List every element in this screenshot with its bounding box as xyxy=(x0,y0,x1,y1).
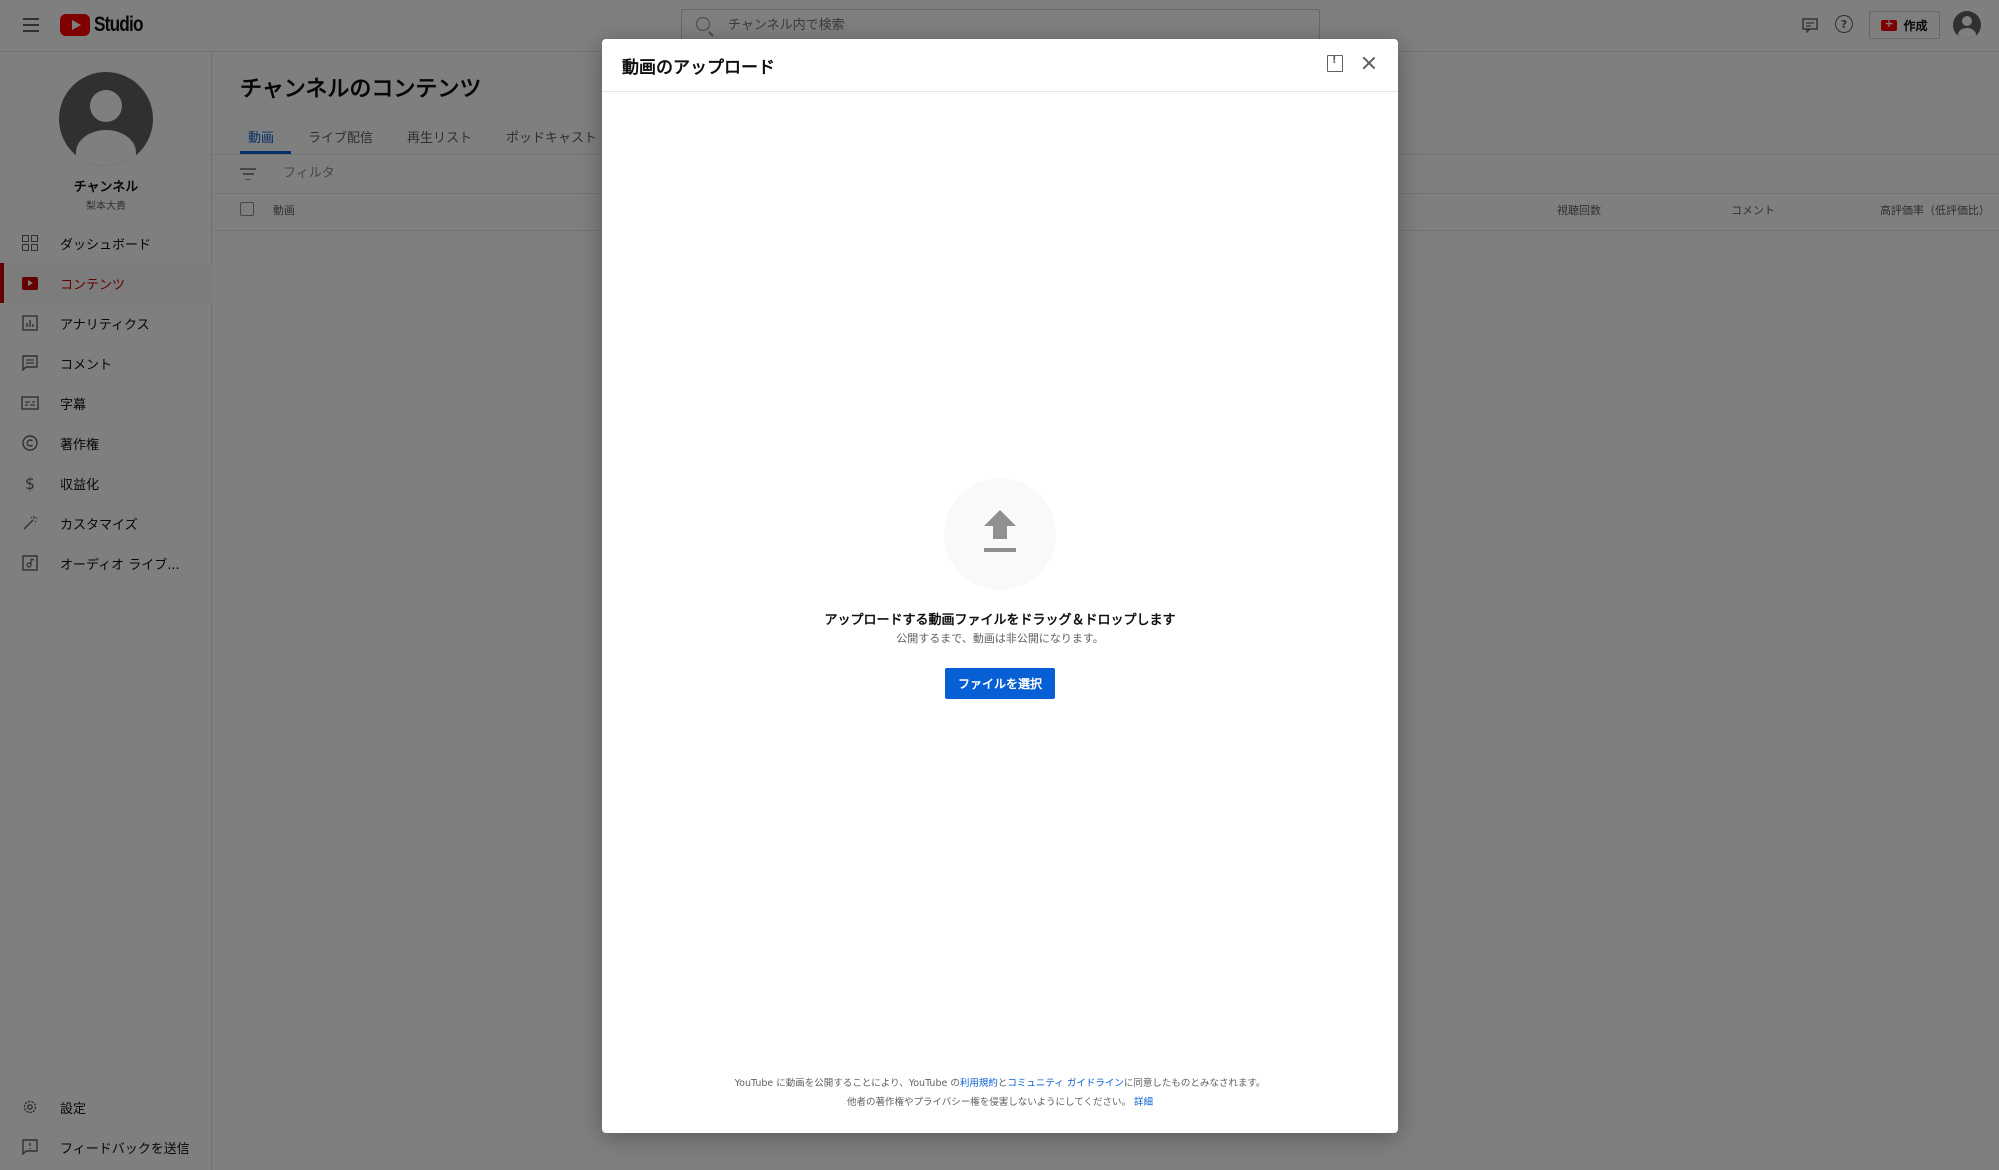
terms-and: と xyxy=(997,1078,1008,1089)
terms-suffix: に同意したものとみなされます。 xyxy=(1123,1078,1266,1089)
community-guidelines-link[interactable]: コミュニティ ガイドライン xyxy=(1007,1078,1123,1089)
studio-app: Studio ? 作成 チャンネル 梨本大貴 ダッシュボード コンテンツ xyxy=(0,0,1999,1170)
details-link[interactable]: 詳細 xyxy=(1134,1097,1153,1108)
drop-instructions: アップロードする動画ファイルをドラッグ＆ドロップします xyxy=(824,613,1176,628)
dialog-header: 動画のアップロード xyxy=(602,39,1398,92)
terms-line-2: 他者の著作権やプライバシー権を侵害しないようにしてください。 詳細 xyxy=(602,1093,1398,1112)
upload-dialog: 動画のアップロード アップロードする動画ファイルをドラッグ＆ドロップします 公開… xyxy=(602,39,1398,1133)
upload-dropzone[interactable] xyxy=(944,478,1056,590)
dialog-title: 動画のアップロード xyxy=(622,58,775,78)
terms-of-service-link[interactable]: 利用規約 xyxy=(960,1078,998,1089)
private-notice: 公開するまで、動画は非公開になります。 xyxy=(896,632,1104,645)
upload-arrow-icon xyxy=(984,510,1016,554)
terms-line-1: YouTube に動画を公開することにより、YouTube の利用規約とコミュニ… xyxy=(602,1074,1398,1093)
copyright-privacy-notice: 他者の著作権やプライバシー権を侵害しないようにしてください。 xyxy=(846,1097,1131,1108)
send-feedback-icon[interactable] xyxy=(1327,55,1343,72)
terms-notice: YouTube に動画を公開することにより、YouTube の利用規約とコミュニ… xyxy=(602,1074,1398,1112)
terms-prefix: YouTube に動画を公開することにより、YouTube の xyxy=(734,1078,960,1089)
close-icon[interactable] xyxy=(1359,53,1379,73)
select-file-button[interactable]: ファイルを選択 xyxy=(945,668,1055,699)
